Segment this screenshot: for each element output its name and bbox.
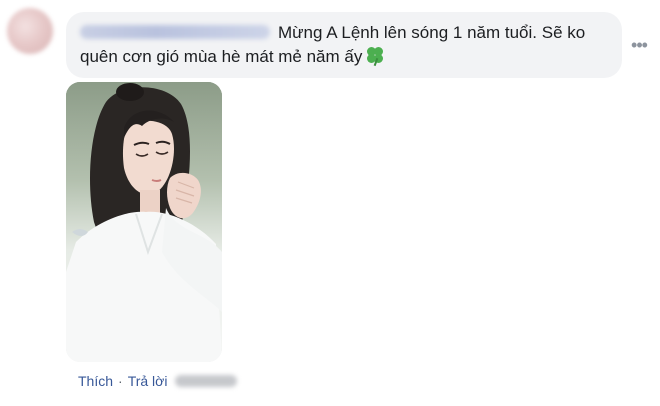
clover-icon (365, 46, 385, 67)
avatar[interactable] (7, 8, 53, 54)
author-name-blurred[interactable] (80, 25, 270, 39)
timestamp-blurred[interactable] (175, 375, 238, 387)
separator-dot: · (118, 373, 123, 389)
reply-link[interactable]: Trả lời (128, 373, 168, 389)
more-dots-icon[interactable]: ••• (630, 36, 648, 54)
comment-bubble: Mừng A Lệnh lên sóng 1 năm tuổi. Sẽ ko q… (66, 12, 622, 78)
comment-image[interactable] (66, 82, 222, 362)
comment-actions: Thích · Trả lời (78, 371, 238, 391)
comment-body: Mừng A Lệnh lên sóng 1 năm tuổi. Sẽ ko q… (80, 21, 600, 69)
like-link[interactable]: Thích (78, 373, 113, 389)
